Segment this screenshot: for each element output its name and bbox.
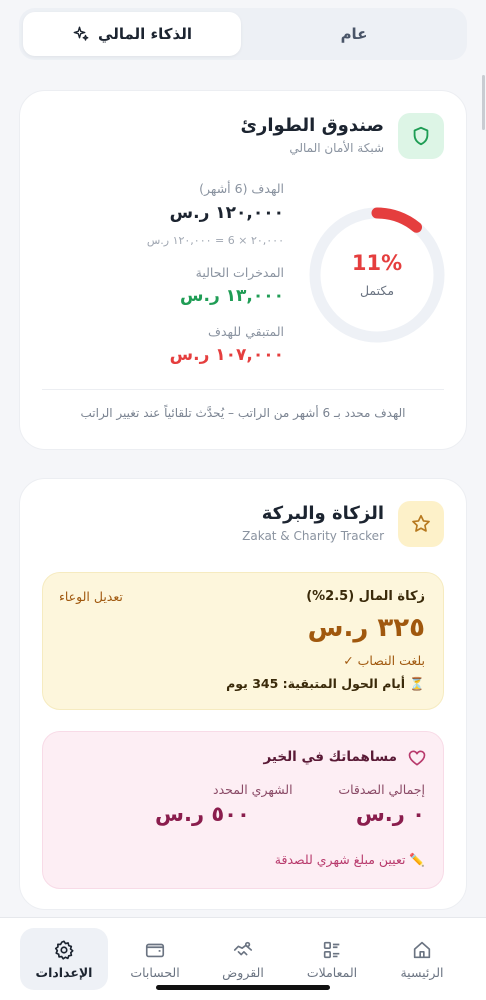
monthly-value: ٥٠٠ ر.س — [155, 802, 250, 826]
tab-financial-intelligence[interactable]: الذكاء المالي — [23, 12, 241, 56]
tab-label-general: عام — [340, 25, 368, 43]
divider — [42, 389, 444, 390]
shield-icon-box — [398, 113, 444, 159]
star-icon-box — [398, 501, 444, 547]
progress-percent: 11% — [351, 251, 403, 275]
total-charity-value: ٠ ر.س — [355, 802, 425, 826]
remaining-value: ١٠٧,٠٠٠ ر.س — [169, 345, 284, 365]
top-segmented-tabs: الذكاء المالي عام — [19, 8, 467, 60]
tab-label-financial-intelligence: الذكاء المالي — [98, 25, 192, 43]
edit-base-link[interactable]: تعديل الوعاء — [59, 589, 123, 604]
shield-icon — [413, 126, 429, 146]
nav-home-label: الرئيسية — [400, 964, 444, 980]
scrollbar[interactable] — [482, 75, 485, 130]
home-indicator — [156, 985, 330, 990]
emergency-fund-card: صندوق الطوارئ شبكة الأمان المالي الهدف (… — [19, 90, 467, 450]
progress-ring-track — [309, 207, 445, 343]
wallet-icon — [145, 943, 165, 957]
progress-label: مكتمل — [359, 283, 395, 298]
emergency-fund-title: صندوق الطوارئ — [240, 115, 384, 136]
set-monthly-charity-link[interactable]: ✏️ تعيين مبلغ شهري للصدقة — [275, 852, 425, 868]
zakat-title: الزكاة والبركة — [261, 503, 384, 524]
zakat-mal-label: زكاة المال (2.5%) — [306, 589, 425, 604]
gear-icon — [54, 939, 74, 960]
remaining-label: المتبقي للهدف — [208, 324, 284, 339]
nav-settings-label: الإعدادات — [35, 964, 93, 980]
monthly-label: الشهري المحدد — [213, 782, 293, 797]
goal-formula: ٢٠,٠٠٠ × 6 = ١٢٠,٠٠٠ ر.س — [146, 234, 284, 247]
contributions-title: مساهماتك في الخير — [263, 749, 397, 765]
heart-icon — [408, 750, 426, 766]
emergency-fund-subtitle: شبكة الأمان المالي — [289, 141, 384, 155]
contributions-box: مساهماتك في الخير إجمالي الصدقات ٠ ر.س ا… — [42, 731, 444, 889]
nav-settings[interactable]: الإعدادات — [20, 928, 108, 990]
sparkles-icon — [73, 26, 89, 41]
nav-accounts[interactable]: الحسابات — [111, 928, 199, 990]
goal-value: ١٢٠,٠٠٠ ر.س — [169, 203, 284, 223]
nav-accounts-label: الحسابات — [130, 964, 180, 980]
savings-value: ١٣,٠٠٠ ر.س — [180, 286, 284, 306]
zakat-subtitle: Zakat & Charity Tracker — [242, 529, 384, 543]
nisab-status: بلغت النصاب ✓ — [343, 653, 425, 668]
nav-loans-label: القروض — [222, 964, 264, 980]
zakat-mal-box: زكاة المال (2.5%) تعديل الوعاء ٣٢٥ ر.س ب… — [42, 572, 444, 710]
nav-transactions[interactable]: المعاملات — [288, 928, 376, 990]
zakat-mal-value: ٣٢٥ ر.س — [307, 613, 425, 643]
emergency-footnote: الهدف محدد بـ 6 أشهر من الراتب – يُحدَّث… — [80, 406, 406, 420]
progress-ring — [309, 207, 445, 343]
hawl-remaining: ⏳ أيام الحول المتبقية: 345 يوم — [226, 676, 425, 691]
home-icon — [413, 941, 431, 958]
handshake-icon — [233, 941, 253, 955]
nav-home[interactable]: الرئيسية — [378, 928, 466, 990]
savings-label: المدخرات الحالية — [195, 265, 284, 280]
total-charity-label: إجمالي الصدقات — [338, 782, 425, 797]
nav-loans[interactable]: القروض — [199, 928, 287, 990]
zakat-card: الزكاة والبركة Zakat & Charity Tracker ز… — [19, 478, 467, 910]
star-icon — [412, 514, 430, 532]
goal-label: الهدف (6 أشهر) — [199, 181, 284, 196]
list-icon — [323, 941, 340, 958]
tab-general[interactable]: عام — [245, 12, 463, 56]
nav-transactions-label: المعاملات — [306, 964, 358, 980]
